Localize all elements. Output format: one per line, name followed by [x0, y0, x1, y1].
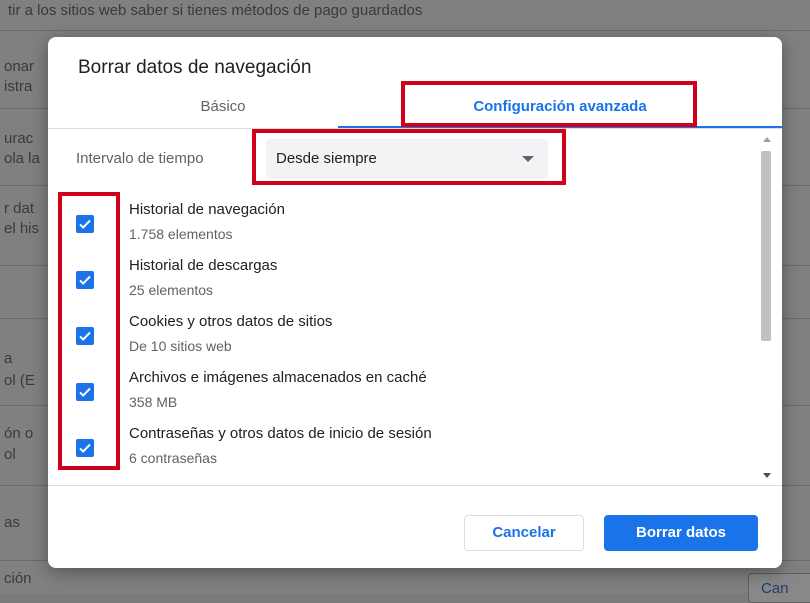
tab-bar: Básico Configuración avanzada: [48, 90, 782, 128]
checkbox-cookies[interactable]: [76, 327, 94, 345]
background-text: ol: [4, 446, 16, 463]
dialog-title: Borrar datos de navegación: [78, 57, 312, 78]
chevron-down-icon: [522, 156, 534, 162]
clear-data-button[interactable]: Borrar datos: [604, 515, 758, 551]
background-text: el his: [4, 220, 40, 237]
list-item: Archivos e imágenes almacenados en caché…: [76, 369, 736, 419]
scrollbar-thumb[interactable]: [761, 151, 771, 341]
list-item: Historial de navegación 1.758 elementos: [76, 201, 736, 251]
item-title: Historial de navegación: [129, 201, 285, 218]
background-text: a: [4, 350, 13, 367]
time-range-value: Desde siempre: [276, 150, 377, 167]
item-subtitle: 358 MB: [129, 394, 178, 410]
check-icon: [79, 387, 91, 397]
time-range-select[interactable]: Desde siempre: [266, 139, 548, 179]
background-text: istra: [4, 78, 33, 95]
scroll-up-arrow-icon[interactable]: [763, 137, 771, 142]
footer-divider: [48, 485, 782, 486]
scroll-down-arrow-icon[interactable]: [763, 473, 771, 478]
item-title: Historial de descargas: [129, 257, 278, 274]
background-text: tir a los sitios web saber si tienes mét…: [8, 2, 423, 19]
list-item: Cookies y otros datos de sitios De 10 si…: [76, 313, 736, 363]
background-text: r dat: [4, 200, 35, 217]
background-text: urac: [4, 130, 34, 147]
item-subtitle: 1.758 elementos: [129, 226, 233, 242]
background-cancel-button: Can: [748, 573, 810, 603]
check-icon: [79, 331, 91, 341]
item-title: Contraseñas y otros datos de inicio de s…: [129, 425, 432, 442]
item-title: Cookies y otros datos de sitios: [129, 313, 333, 330]
scrollbar[interactable]: [760, 129, 774, 485]
background-text: ción: [4, 570, 32, 587]
item-subtitle: 6 contraseñas: [129, 450, 217, 466]
background-text: ola la: [4, 150, 40, 167]
item-title: Archivos e imágenes almacenados en caché: [129, 369, 427, 386]
item-subtitle: 25 elementos: [129, 282, 214, 298]
background-text: onar: [4, 58, 35, 75]
checkbox-browsing-history[interactable]: [76, 215, 94, 233]
clear-browsing-data-dialog: Borrar datos de navegación Básico Config…: [48, 37, 782, 568]
background-text: ol (E: [4, 372, 35, 389]
time-range-label: Intervalo de tiempo: [76, 150, 204, 167]
cancel-button[interactable]: Cancelar: [464, 515, 584, 551]
tab-basic[interactable]: Básico: [108, 90, 338, 128]
list-item: Contraseñas y otros datos de inicio de s…: [76, 425, 736, 475]
checkbox-cache[interactable]: [76, 383, 94, 401]
check-icon: [79, 443, 91, 453]
background-text: ón o: [4, 425, 34, 442]
checkbox-passwords[interactable]: [76, 439, 94, 457]
list-item: Historial de descargas 25 elementos: [76, 257, 736, 307]
background-divider: [0, 30, 810, 31]
tab-advanced[interactable]: Configuración avanzada: [338, 90, 782, 128]
checkbox-download-history[interactable]: [76, 271, 94, 289]
background-text: as: [4, 514, 20, 531]
settings-scroll-area[interactable]: Intervalo de tiempo Desde siempre Histor…: [48, 129, 782, 485]
item-subtitle: De 10 sitios web: [129, 338, 232, 354]
check-icon: [79, 219, 91, 229]
check-icon: [79, 275, 91, 285]
